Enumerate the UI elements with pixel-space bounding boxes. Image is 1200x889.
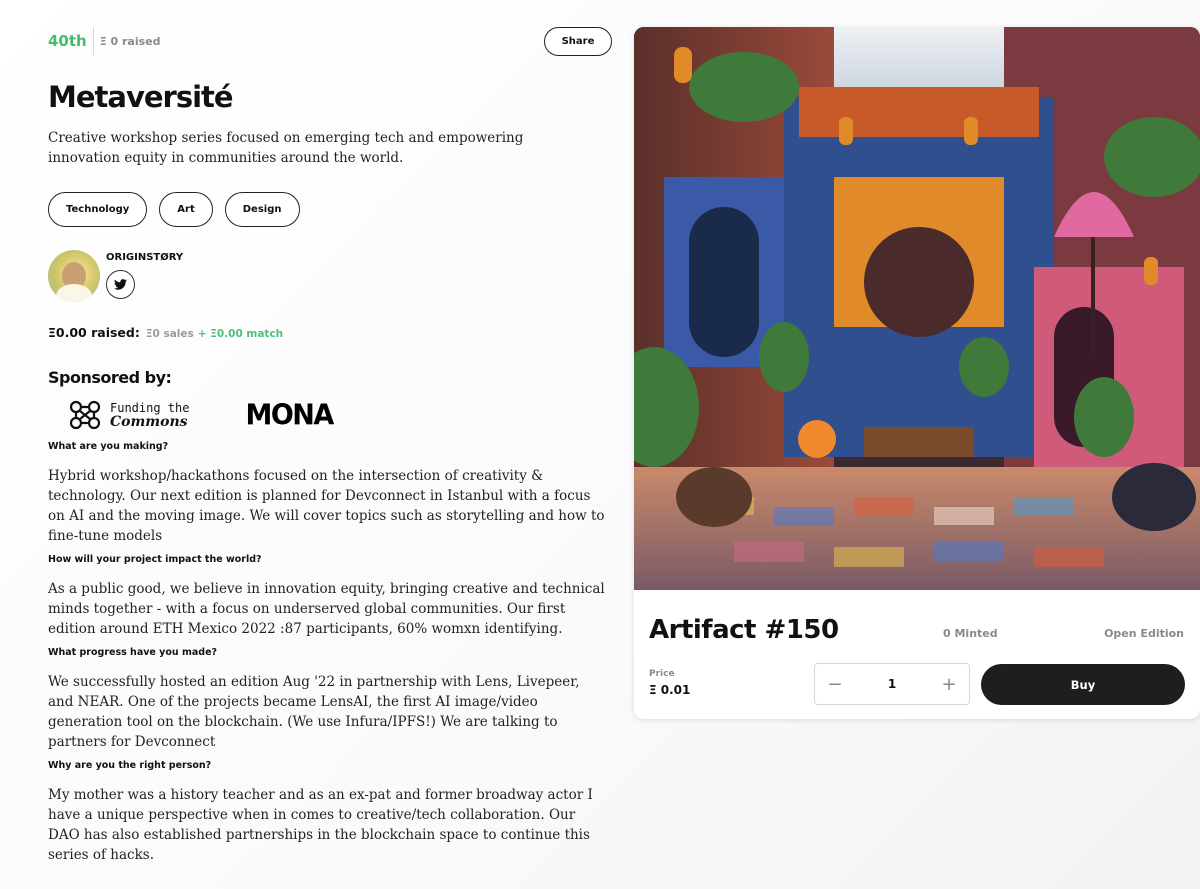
qa-section: What are you making? Hybrid workshop/hac… [48, 441, 614, 865]
tag-design[interactable]: Design [224, 192, 300, 227]
funding-the-commons-logo[interactable]: Funding the Commons [68, 399, 189, 431]
tag-art[interactable]: Art [159, 192, 213, 227]
artifact-card: Artifact #150 0 Minted Open Edition Pric… [634, 27, 1200, 719]
artifact-image[interactable] [634, 27, 1200, 590]
raised-amount: Ξ0.00 raised: [48, 325, 140, 340]
artifact-title: Artifact #150 [649, 615, 839, 645]
raised-summary: Ξ 0 raised [99, 34, 161, 48]
rank-label: 40th [48, 32, 87, 50]
question-making: What are you making? [48, 441, 169, 452]
creator-block: ORIGINSTØRY [48, 250, 614, 302]
commons-line1: Funding the [110, 401, 190, 415]
question-right-person: Why are you the right person? [48, 760, 212, 771]
answer-right-person: My mother was a history teacher and as a… [48, 787, 593, 863]
question-impact: How will your project impact the world? [48, 554, 262, 565]
funding-summary: Ξ0.00 raised: Ξ0 sales + Ξ0.00 match [48, 325, 614, 340]
mona-logo[interactable]: MONA [245, 399, 334, 432]
answer-progress: We successfully hosted an edition Aug '2… [48, 674, 580, 750]
quantity-value[interactable]: 1 [855, 677, 929, 691]
commons-wordmark: Funding the Commons [110, 401, 189, 429]
price-value: Ξ 0.01 [649, 683, 691, 697]
creator-info: ORIGINSTØRY [106, 250, 183, 302]
answer-making: Hybrid workshop/hackathons focused on th… [48, 468, 605, 544]
price-label: Price [649, 669, 675, 679]
decrement-button[interactable]: − [815, 674, 855, 695]
divider [92, 27, 94, 55]
avatar-shirt [56, 284, 92, 302]
commons-knot-icon [69, 400, 101, 430]
answer-impact: As a public good, we believe in innovati… [48, 581, 605, 637]
buy-button[interactable]: Buy [981, 664, 1185, 705]
avatar[interactable] [48, 250, 100, 302]
twitter-button[interactable] [106, 270, 135, 299]
sales-amount: Ξ0 sales [145, 328, 194, 340]
twitter-icon [114, 279, 127, 290]
quantity-stepper: − 1 + [814, 663, 970, 705]
edition-type: Open Edition [1104, 627, 1184, 640]
project-title: Metaversité [48, 80, 234, 114]
sponsors-heading: Sponsored by: [48, 368, 172, 387]
match-amount: + Ξ0.00 match [197, 328, 284, 340]
rank-bar: 40th Ξ 0 raised [48, 24, 614, 58]
increment-button[interactable]: + [929, 674, 969, 695]
project-description: Creative workshop series focused on emer… [48, 130, 524, 166]
question-progress: What progress have you made? [48, 647, 218, 658]
sponsor-logos: Funding the Commons MONA [48, 397, 614, 433]
minted-count: 0 Minted [943, 627, 998, 640]
tag-technology[interactable]: Technology [48, 192, 148, 227]
project-details: 40th Ξ 0 raised Share Metaversité Creati… [48, 24, 614, 865]
commons-line2: Commons [110, 414, 188, 430]
share-button[interactable]: Share [544, 27, 612, 56]
creator-name[interactable]: ORIGINSTØRY [106, 252, 183, 263]
tag-list: Technology Art Design [48, 192, 614, 227]
